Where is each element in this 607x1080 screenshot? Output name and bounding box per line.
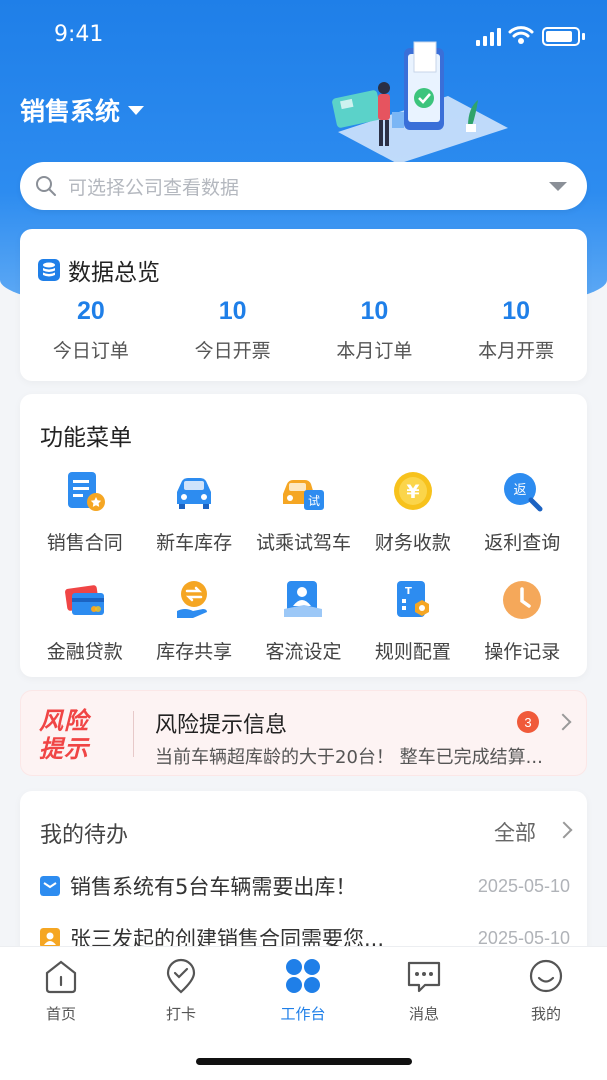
yen-coin-icon: ¥: [393, 472, 432, 510]
user-icon: [40, 928, 60, 948]
tab-label: 工作台: [280, 1005, 326, 1023]
menu-item-finance-loan[interactable]: 金融贷款: [30, 575, 139, 664]
menu-item-label: 库存共享: [156, 641, 233, 663]
stat-value: 20: [76, 297, 105, 325]
overview-title: 数据总览: [38, 253, 160, 287]
risk-logo-line: 提示: [39, 735, 89, 763]
menu-item-test-drive[interactable]: 试 试乘试驾车: [249, 466, 358, 555]
function-menu-card: 功能菜单 销售合同 新车库存 试 试乘试驾车 ¥ 财务收款 返 返利查询 金融贷…: [20, 394, 587, 677]
tab-label: 消息: [408, 1005, 439, 1023]
menu-item-rebate-query[interactable]: 返 返利查询: [468, 466, 577, 555]
battery-icon: [542, 27, 580, 46]
chevron-right-icon: [555, 821, 573, 839]
caret-down-icon: [128, 105, 145, 115]
menu-item-label: 金融贷款: [46, 641, 123, 663]
risk-logo: 风险 提示: [39, 707, 121, 763]
svg-text:试: 试: [308, 493, 320, 508]
menu-item-customer-flow[interactable]: 客流设定: [249, 575, 358, 664]
stat-month-orders[interactable]: 10 本月订单: [304, 297, 446, 363]
home-icon: [45, 960, 77, 994]
stat-today-invoices[interactable]: 10 今日开票: [162, 297, 304, 363]
todo-text: 销售系统有5台车辆需要出库！: [70, 875, 357, 899]
stat-label: 本月订单: [336, 340, 413, 362]
tab-workbench[interactable]: 工作台: [253, 957, 353, 1024]
tab-messages[interactable]: 消息: [374, 957, 474, 1024]
menu-item-label: 客流设定: [265, 641, 342, 663]
svg-text:T: T: [405, 586, 412, 597]
dropdown-caret-icon[interactable]: [549, 181, 567, 191]
stat-label: 今日开票: [194, 340, 271, 362]
share-icon: [177, 581, 208, 618]
status-time: 9:41: [54, 22, 104, 47]
todo-item[interactable]: 销售系统有5台车辆需要出库！ 2025-05-10: [40, 871, 570, 901]
menu-grid: 销售合同 新车库存 试 试乘试驾车 ¥ 财务收款 返 返利查询 金融贷款 库存共…: [30, 466, 577, 664]
todo-date: 2025-05-10: [477, 875, 570, 896]
stat-today-orders[interactable]: 20 今日订单: [20, 297, 162, 363]
rebate-search-icon: 返: [504, 473, 543, 512]
todo-title: 我的待办: [40, 823, 129, 848]
tab-label: 首页: [45, 1005, 76, 1023]
menu-item-label: 返利查询: [484, 532, 561, 554]
menu-item-label: 试乘试驾车: [255, 532, 351, 554]
message-icon: [407, 961, 441, 993]
risk-logo-line: 风险: [39, 707, 89, 735]
tab-check-in[interactable]: 打卡: [131, 957, 231, 1024]
header-illustration: [332, 41, 508, 164]
risk-count-badge: 3: [517, 711, 539, 733]
divider: [133, 711, 134, 757]
stat-label: 今日订单: [52, 340, 129, 362]
mail-icon: [40, 876, 60, 896]
menu-item-label: 操作记录: [484, 641, 561, 663]
bank-card-icon: [64, 585, 104, 615]
clock-icon: [503, 581, 542, 619]
menu-title: 功能菜单: [40, 425, 132, 451]
tab-profile[interactable]: 我的: [496, 957, 596, 1024]
workbench-icon: [286, 959, 320, 993]
menu-item-new-car-stock[interactable]: 新车库存: [139, 466, 248, 555]
system-switcher[interactable]: 销售系统: [20, 92, 145, 128]
search-placeholder: 可选择公司查看数据: [68, 176, 240, 199]
tab-home[interactable]: 首页: [11, 957, 111, 1024]
database-icon: [38, 259, 60, 281]
menu-item-label: 新车库存: [156, 532, 233, 554]
stat-value: 10: [360, 297, 389, 325]
overview-stats: 20 今日订单 10 今日开票 10 本月订单 10 本月开票: [20, 297, 587, 363]
menu-item-label: 财务收款: [374, 532, 451, 554]
menu-item-rule-config[interactable]: T 规则配置: [358, 575, 467, 664]
risk-alert-banner[interactable]: 风险 提示 风险提示信息 当前车辆超库龄的大于20台！ 整车已完成结算... 3: [20, 690, 587, 776]
contract-icon: [67, 472, 105, 511]
risk-message: 当前车辆超库龄的大于20台！ 整车已完成结算...: [155, 747, 543, 768]
stat-value: 10: [502, 297, 531, 325]
menu-item-finance-receipt[interactable]: ¥ 财务收款: [358, 466, 467, 555]
stat-value: 10: [218, 297, 247, 325]
menu-item-stock-sharing[interactable]: 库存共享: [139, 575, 248, 664]
company-search[interactable]: 可选择公司查看数据: [20, 162, 587, 210]
check-in-icon: [166, 958, 196, 994]
search-icon: [36, 176, 56, 196]
profile-icon: [529, 959, 563, 993]
home-indicator: [196, 1058, 412, 1065]
system-title: 销售系统: [20, 97, 121, 126]
tab-label: 打卡: [165, 1005, 196, 1023]
customer-icon: [284, 581, 323, 617]
tab-label: 我的: [530, 1005, 561, 1023]
rules-icon: T: [396, 581, 429, 617]
test-drive-icon: 试: [283, 480, 325, 510]
menu-item-operation-log[interactable]: 操作记录: [468, 575, 577, 664]
battery-cap: [582, 33, 585, 40]
svg-text:返: 返: [514, 483, 527, 498]
stat-label: 本月开票: [478, 340, 555, 362]
data-overview-card: 数据总览 20 今日订单 10 今日开票 10 本月订单 10 本月开票: [20, 229, 587, 381]
menu-item-label: 规则配置: [374, 641, 451, 663]
overview-title-text: 数据总览: [68, 260, 160, 286]
chevron-right-icon: [554, 713, 572, 731]
car-icon: [177, 478, 212, 509]
stat-month-invoices[interactable]: 10 本月开票: [445, 297, 587, 363]
menu-item-label: 销售合同: [46, 532, 123, 554]
menu-item-sales-contract[interactable]: 销售合同: [30, 466, 139, 555]
todo-view-all-link[interactable]: 全部: [494, 817, 536, 847]
risk-title: 风险提示信息: [155, 713, 288, 738]
svg-text:¥: ¥: [406, 481, 419, 503]
